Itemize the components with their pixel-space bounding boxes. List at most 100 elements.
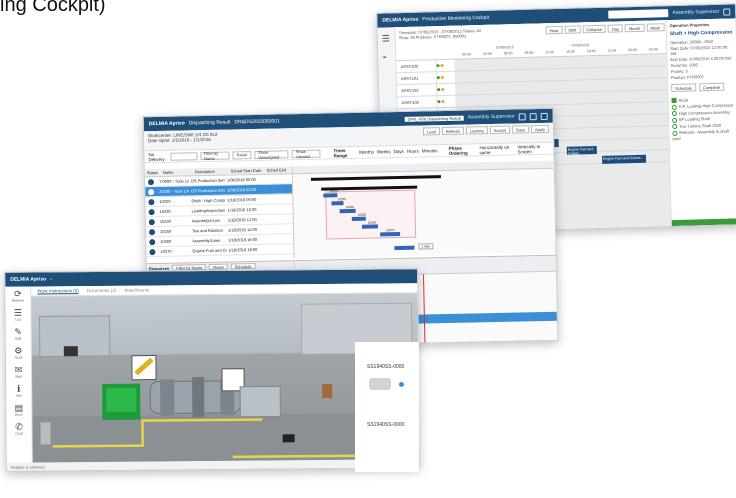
schedule-button[interactable]: Schedule bbox=[671, 83, 697, 93]
cell: 10260 bbox=[160, 238, 172, 244]
gantt-bar[interactable] bbox=[361, 224, 379, 229]
table-row[interactable]: 10270 Engine Fuel and Out 1/18/2016 18:00 bbox=[146, 244, 294, 258]
column-header[interactable]: Sched End bbox=[265, 167, 289, 173]
cell: Tow and Rotation bbox=[191, 227, 223, 234]
step-item[interactable]: Release - Assembly to shaft prod bbox=[672, 129, 735, 141]
operation-properties-panel: Operation Properties Shaft + High Compre… bbox=[665, 18, 736, 227]
sidebar-item-refresh[interactable]: ⟳ Refresh bbox=[5, 287, 30, 306]
bar-label: 10250 bbox=[357, 212, 367, 217]
column-header[interactable]: Description bbox=[193, 169, 229, 175]
list-icon: ☰ bbox=[13, 307, 23, 318]
show-unassigned-button[interactable]: Show Unassigned bbox=[254, 149, 289, 159]
range-days[interactable]: Days bbox=[394, 149, 404, 154]
home-icon[interactable] bbox=[518, 112, 526, 120]
tools-icon: ⚙ bbox=[14, 345, 23, 356]
reset-button[interactable]: Reset bbox=[232, 150, 252, 159]
save-button[interactable]: Save bbox=[511, 125, 530, 134]
sidebar-item-info[interactable]: ℹ Info bbox=[6, 382, 31, 401]
status-icon bbox=[149, 248, 156, 255]
props-header: Operation Properties bbox=[669, 22, 710, 29]
chat-icon: ✆ bbox=[15, 421, 23, 432]
sidebar-item-label: Edit bbox=[15, 336, 22, 341]
sidebar-item-label: Info bbox=[15, 393, 22, 398]
show-unused-button[interactable]: Show Unused bbox=[291, 148, 321, 159]
column-header[interactable]: Sched Start Date bbox=[229, 168, 265, 174]
view-month-button[interactable]: Month bbox=[624, 23, 645, 33]
time-tick: 21:00 bbox=[607, 48, 617, 53]
zoom-label[interactable]: 1 day bbox=[418, 243, 434, 250]
load-button[interactable]: Load bbox=[422, 127, 440, 136]
schedule-button[interactable]: Schedule bbox=[230, 263, 256, 270]
apply-button[interactable]: Apply bbox=[530, 124, 550, 134]
gantt-bar[interactable] bbox=[323, 193, 338, 198]
range-weeks[interactable]: Weeks bbox=[377, 149, 391, 154]
sidebar-item-label: Chat bbox=[15, 431, 23, 436]
menu-icon[interactable]: ☰ bbox=[382, 33, 391, 44]
gantt-bar[interactable] bbox=[380, 231, 401, 237]
accept-button[interactable]: Accept bbox=[489, 125, 510, 135]
gantt-bar[interactable] bbox=[331, 201, 344, 206]
refresh-button[interactable]: Refresh bbox=[441, 126, 464, 136]
cell: Shaft - High Compress bbox=[191, 197, 226, 204]
cell: Assembly/Lines bbox=[191, 217, 220, 224]
part-code[interactable]: SS1940SS-0000 bbox=[367, 364, 404, 370]
row-status bbox=[436, 59, 455, 72]
view-day-button[interactable]: Day bbox=[607, 24, 624, 33]
back-icon[interactable]: ‹ bbox=[50, 276, 52, 282]
part-thumbnail[interactable] bbox=[369, 378, 391, 390]
cell: Loading/Inspection bbox=[191, 207, 226, 214]
cell: 10240 bbox=[159, 218, 171, 224]
sidebar-item-edit[interactable]: ✎ Edit bbox=[6, 325, 31, 344]
bell-icon[interactable] bbox=[529, 112, 537, 120]
tab-work-instructions[interactable]: Work Instructions (3) bbox=[37, 287, 79, 295]
gantt-bar[interactable] bbox=[394, 245, 415, 251]
cell: 1/08/2016 00:00 bbox=[226, 176, 256, 183]
chart-icon[interactable]: ⌁ bbox=[382, 52, 391, 61]
dispatch-search-input[interactable]: DPR_ASK Dispatching Result bbox=[404, 115, 464, 122]
column-header[interactable]: Status bbox=[145, 170, 161, 175]
view-collapse-button[interactable]: Collapse bbox=[582, 24, 607, 34]
info-icon[interactable] bbox=[399, 382, 404, 387]
home-icon[interactable] bbox=[723, 7, 731, 16]
current-time-line bbox=[422, 274, 426, 343]
range-months[interactable]: Months bbox=[359, 149, 374, 154]
tab-attachments[interactable]: Attachments bbox=[124, 288, 149, 293]
time-tick: 12:00 bbox=[545, 50, 555, 55]
view-shift-button[interactable]: Shift bbox=[564, 25, 581, 34]
props-actions: Schedule Complete bbox=[671, 82, 734, 93]
tab-documents[interactable]: Documents (2) bbox=[87, 288, 117, 293]
range-minutes[interactable]: Minutes bbox=[422, 148, 438, 153]
date-label: 07/09/2015 bbox=[571, 43, 590, 48]
column-header[interactable]: Name bbox=[161, 169, 193, 175]
cell: 10200 bbox=[159, 198, 171, 204]
sidebar-item-label: Refresh bbox=[11, 298, 25, 303]
gantt-bar[interactable]: Engine Fuel and Outlets bbox=[601, 154, 647, 164]
locking-button[interactable]: Locking bbox=[465, 126, 488, 135]
sidebar-item-chat[interactable]: ✆ Chat bbox=[6, 420, 31, 439]
dispatch-title: Dispatching Result bbox=[188, 119, 231, 127]
name-filter-input[interactable] bbox=[170, 151, 198, 161]
sidebar-item-list[interactable]: ☰ List bbox=[5, 306, 30, 325]
gantt-bar[interactable]: Engine Fuel and Outlets bbox=[566, 146, 597, 155]
part-code[interactable]: SS1940SS-0000 bbox=[367, 422, 404, 428]
gantt-bar[interactable] bbox=[339, 208, 356, 214]
phase-horizontal-radio[interactable]: Horizontally on same bbox=[479, 144, 514, 155]
view-hour-button[interactable]: Hour bbox=[545, 25, 563, 35]
bar-label: 10230 bbox=[337, 197, 346, 202]
phase-vertical-radio[interactable]: Vertically to Screen bbox=[517, 143, 549, 154]
summary-bar[interactable] bbox=[310, 175, 441, 181]
help-icon[interactable] bbox=[540, 112, 548, 120]
status-icon bbox=[148, 188, 155, 195]
sidebar-item-docs[interactable]: ▤ Docs bbox=[6, 401, 31, 420]
time-tick: 00:00 bbox=[462, 52, 472, 57]
view-week-button[interactable]: Week bbox=[646, 23, 665, 32]
range-hours[interactable]: Hours bbox=[407, 149, 419, 154]
app-logo: DELMIA Apriso bbox=[148, 120, 185, 128]
row-label: ASSY101 bbox=[396, 72, 438, 85]
complete-button[interactable]: Complete bbox=[698, 82, 725, 92]
sidebar-item-mail[interactable]: ✉ Mail bbox=[6, 363, 31, 382]
cockpit-search-input[interactable] bbox=[608, 9, 669, 19]
filter-by-name-button[interactable]: Filter by Name bbox=[199, 150, 230, 161]
gantt-bar[interactable] bbox=[351, 216, 366, 221]
sidebar-item-tools[interactable]: ⚙ Tools bbox=[6, 344, 31, 363]
